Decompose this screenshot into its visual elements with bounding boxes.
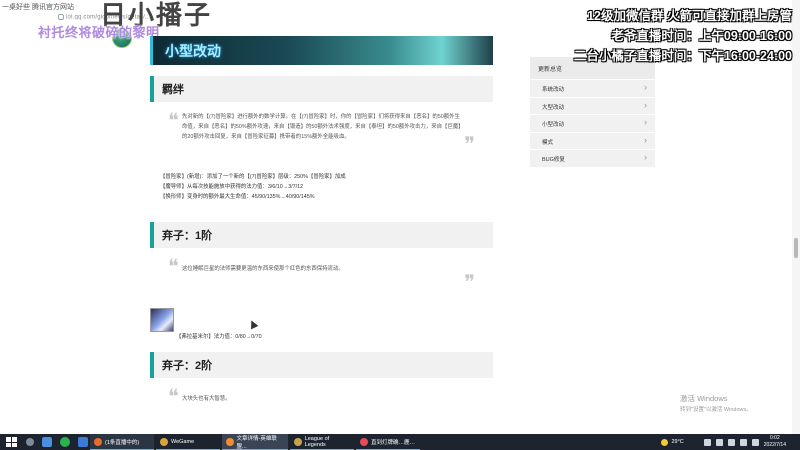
sidebar-item-major[interactable]: 大型改动 › — [530, 96, 655, 114]
page-scrollbar[interactable] — [792, 0, 800, 434]
taskbar-app-1[interactable]: (1条直播中的) — [90, 434, 154, 450]
lol-icon — [294, 437, 302, 446]
patch-article: 小型改动 羁绊 ❝ 先对新的【(7)冒险家】进行额外的数学计算。在【(7)冒险家… — [150, 36, 493, 432]
taskbar-app-stream[interactable]: 直到灯牌确…鹿… — [356, 434, 420, 450]
section-title: 弃子：1阶 — [162, 230, 213, 242]
network-icon[interactable] — [727, 438, 735, 446]
champion-change-text: 【弗拉基米尔】法力值：0/80→0/70 — [176, 334, 262, 340]
sidebar-item-label: 大型改动 — [542, 104, 565, 111]
update-overview-sidebar: 更新总览 系统改动 › 大型改动 › 小型改动 › 模式 › BUG修复 › — [530, 57, 655, 167]
stream-app-icon — [360, 437, 368, 446]
app-label: 直到灯牌确…鹿… — [371, 439, 416, 446]
sun-icon — [661, 438, 669, 446]
clock-time: 0:02 — [770, 435, 780, 441]
sidebar-item-label: BUG修复 — [542, 157, 565, 163]
quote-text: 先对新的【(7)冒险家】进行额外的数学计算。在【(7)冒险家】时，你的【冒险家】… — [182, 114, 464, 140]
change-item: 【冒险家】(新增)：添加了一个新的【(7)冒险家】层级：250%【冒险家】加成 — [160, 174, 346, 180]
section-heading-tier2: 弃子：2阶 — [150, 352, 493, 378]
windows-activation-watermark: 激活 Windows 转到"设置"以激活 Windows。 — [680, 393, 752, 413]
stream-overlay-line3: 二台小橘子直播时间：下午16:00-24:00 — [573, 49, 792, 63]
activation-title: 激活 Windows — [680, 394, 728, 403]
sidebar-item-modes[interactable]: 模式 › — [530, 131, 655, 149]
task-view-icon[interactable] — [42, 437, 52, 447]
lock-icon — [58, 14, 64, 20]
quote-open-icon: ❝ — [168, 384, 179, 408]
stream-overlay-line1: 12级加微信群 火箭可直接加群上房管 — [587, 9, 792, 23]
taskbar-app-wegame[interactable]: WeGame — [156, 434, 220, 450]
flavor-quote: ❝ 大块头也有大智慧。 — [150, 378, 493, 432]
tray-app-icon[interactable] — [703, 438, 711, 446]
change-item: 【换形师】变身时的额外最大生命值：45/90/135%→40/90/145% — [160, 194, 315, 200]
section-banner: 小型改动 — [150, 36, 493, 65]
quote-text: 这位睡眠巨星的法师需要更温的东西来使那个红色的东西保持流动。 — [182, 266, 344, 272]
app-label: 文章详情-英雄联盟... — [236, 435, 277, 450]
flavor-quote: ❝ 先对新的【(7)冒险家】进行额外的数学计算。在【(7)冒险家】时，你的【冒险… — [150, 102, 493, 156]
wegame-icon — [160, 437, 168, 446]
sidebar-item-label: 小型改动 — [542, 122, 565, 128]
flavor-quote: ❝ 这位睡眠巨星的法师需要更温的东西来使那个红色的东西保持流动。 ❞ — [150, 248, 493, 294]
quote-open-icon: ❝ — [168, 254, 179, 278]
chevron-right-icon: › — [644, 117, 647, 127]
sidebar-item-minor[interactable]: 小型改动 › — [530, 114, 655, 132]
sidebar-item-bugfix[interactable]: BUG修复 › — [530, 149, 655, 167]
change-item: 【魔导师】从每次技能施放中获得的法力值：3/6/10→3/7/12 — [160, 184, 304, 190]
browser-page: 一桌好些 腾讯官方网站 lol.qq.com/gicp/news/detail/… — [0, 0, 800, 434]
section-heading-tier1: 弃子：1阶 — [150, 222, 493, 248]
chevron-right-icon: › — [644, 134, 647, 145]
section-title: 羁绊 — [162, 84, 184, 96]
stream-overlay-line2: 老爷直播时间：上午09:00-16:00 — [611, 29, 792, 43]
activation-subtitle: 转到"设置"以激活 Windows。 — [680, 407, 752, 413]
quote-close-icon: ❞ — [464, 132, 475, 156]
quote-text: 大块头也有大智慧。 — [182, 396, 231, 402]
quote-open-icon: ❝ — [168, 108, 179, 132]
search-icon[interactable] — [26, 438, 34, 446]
sidebar-item-label: 模式 — [542, 139, 554, 146]
stream-overlay-slogan: 衬托终将破碎的黎明 — [38, 25, 160, 40]
scrollbar-thumb[interactable] — [794, 238, 798, 258]
weather-widget[interactable]: 29°C — [661, 438, 684, 446]
temperature: 29°C — [671, 439, 684, 445]
system-tray: 29°C 0:02 2022/7/14 — [661, 434, 800, 450]
sidebar-item-label: 系统改动 — [542, 87, 565, 93]
clock-date: 2022/7/14 — [763, 442, 786, 448]
champion-change-row: 【弗拉基米尔】法力值：0/80→0/70 — [150, 308, 493, 340]
quote-close-icon: ❞ — [464, 270, 475, 294]
edge-icon[interactable] — [78, 437, 88, 447]
section-heading-traits: 羁绊 — [150, 76, 493, 102]
change-list: 【冒险家】(新增)：添加了一个新的【(7)冒险家】层级：250%【冒险家】加成 … — [150, 172, 493, 202]
sidebar-item-system[interactable]: 系统改动 › — [530, 79, 655, 97]
app-label: League of Legends — [304, 435, 330, 448]
taskbar-app-lol[interactable]: League of Legends — [290, 434, 354, 450]
champion-portrait-icon — [150, 308, 174, 332]
windows-start-icon[interactable] — [6, 437, 18, 447]
app-label: WeGame — [171, 438, 195, 445]
windows-taskbar: (1条直播中的) WeGame 文章详情-英雄联盟... League of L… — [0, 434, 800, 450]
app-label: (1条直播中的) — [105, 439, 140, 446]
taskbar-clock[interactable]: 0:02 2022/7/14 — [764, 435, 786, 449]
input-method-icon[interactable] — [751, 438, 759, 446]
taskbar-app-browser[interactable]: 文章详情-英雄联盟... — [222, 434, 288, 450]
volume-icon[interactable] — [739, 438, 747, 446]
chevron-right-icon: › — [644, 152, 647, 162]
app-icon — [94, 437, 102, 446]
section-title: 弃子：2阶 — [162, 360, 213, 372]
banner-title: 小型改动 — [165, 43, 221, 59]
browser-icon — [226, 437, 234, 446]
chevron-right-icon: › — [644, 99, 647, 110]
tray-app-icon[interactable] — [715, 438, 723, 446]
wechat-icon[interactable] — [60, 437, 70, 447]
browser-tab-title[interactable]: 一桌好些 腾讯官方网站 — [2, 2, 74, 12]
chevron-right-icon: › — [644, 82, 647, 92]
